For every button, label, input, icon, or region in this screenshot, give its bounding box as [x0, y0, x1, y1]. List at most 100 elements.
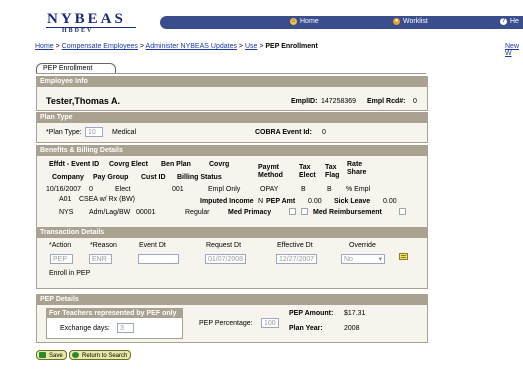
pep-amount-label: PEP Amount: [289, 310, 334, 317]
breadcrumb-current: PEP Enrollment [265, 43, 318, 50]
return-to-search-label: Return to Search [82, 353, 128, 359]
company-desc: CSEA w/ Rx (BW) [79, 196, 136, 203]
billing-status-value: Regular [185, 209, 210, 216]
return-to-search-button[interactable]: Return to Search [69, 350, 132, 360]
breadcrumb-home[interactable]: Home [35, 43, 54, 50]
col-covrg: Covrg [209, 161, 230, 168]
tax-elect-value: B [301, 186, 306, 193]
request-dt-field[interactable]: 01/07/2008 [205, 254, 246, 264]
plan-type-header: Plan Type [37, 113, 427, 123]
pay-group-value: Adm/Lag/BW [89, 209, 131, 216]
nav-worklist-link[interactable]: ● Worklist [393, 18, 428, 25]
pep-details-section: PEP Details For Teachers represented by … [36, 294, 428, 343]
save-icon [39, 352, 46, 358]
col-cust-id: Cust ID [141, 174, 166, 181]
effective-dt-field[interactable]: 12/27/2007 [276, 254, 317, 264]
plan-type-field[interactable]: 10 [85, 127, 103, 137]
breadcrumb-sep: > [137, 43, 146, 50]
rate-share-value: % Empl [346, 186, 371, 193]
pep-details-header: PEP Details [37, 295, 427, 305]
plan-type-label: *Plan Type: [46, 129, 82, 136]
col-paymt: Paymt [258, 164, 280, 171]
emplrcd-label: Empl Rcd#: [367, 98, 406, 105]
employee-name: Tester,Thomas A. [46, 96, 121, 106]
col-tax-flag-1: Tax [325, 164, 337, 171]
sick-leave-value: 0.00 [383, 198, 397, 205]
help-icon: ? [500, 18, 507, 25]
transaction-status: Enroll in PEP [49, 270, 91, 277]
employee-info-section: Employee Info Tester,Thomas A. EmplID: 1… [36, 76, 428, 111]
col-effective-dt: Effective Dt [277, 242, 313, 249]
col-effdt-event: Effdt - Event ID [49, 161, 100, 168]
company-code: A01 [59, 196, 72, 203]
breadcrumb-use[interactable]: Use [245, 43, 257, 50]
col-request-dt: Request Dt [206, 242, 242, 249]
imputed-income-value: N [258, 198, 264, 205]
benefits-billing-header: Benefits & Billing Details [37, 146, 427, 156]
save-button-label: Save [49, 353, 63, 359]
effdt-value: 10/16/2007 [46, 186, 82, 193]
plan-year-value: 2008 [344, 325, 360, 332]
med-reimbursement-checkbox[interactable] [301, 208, 308, 215]
breadcrumb-sep: > [53, 43, 62, 50]
save-button[interactable]: Save [36, 350, 67, 360]
med-primacy-checkbox[interactable] [289, 208, 296, 215]
chevron-down-icon: ▾ [378, 256, 382, 263]
event-id-value: 0 [89, 186, 93, 193]
breadcrumb: Home > Compensate Employees > Administer… [35, 43, 318, 50]
col-override: Override [349, 242, 376, 249]
col-covrg-elect: Covrg Elect [109, 161, 148, 168]
reason-field[interactable]: ENR [89, 254, 112, 264]
med-primacy-label: Med Primacy [228, 209, 272, 216]
ben-plan-value: 001 [172, 186, 184, 193]
cobra-event-label: COBRA Event Id: [255, 129, 312, 136]
teachers-box-header: For Teachers represented by PEF only [47, 309, 182, 318]
col-billing-status: Billing Status [177, 174, 222, 181]
top-navbar: ⌂ Home ● Worklist ? He [160, 16, 523, 29]
override-value: No [344, 256, 353, 263]
pep-percentage-field[interactable]: 100 [261, 318, 279, 328]
home-icon: ⌂ [290, 18, 297, 25]
col-reason: *Reason [90, 242, 117, 249]
med-reimbursement-label: Med Reimbursement [313, 209, 382, 216]
col-company: Company [52, 174, 84, 181]
plan-type-desc: Medical [112, 129, 137, 136]
col-share: Share [347, 169, 367, 176]
paymt-value: OPAY [260, 186, 279, 193]
tab-divider [36, 73, 426, 74]
exchange-days-field[interactable]: 3 [117, 323, 134, 333]
emplid-label: EmplID: [291, 98, 318, 105]
override-select[interactable]: No ▾ [341, 254, 385, 264]
plan-year-label: Plan Year: [289, 325, 323, 332]
col-pay-group: Pay Group [93, 174, 129, 181]
plan-type-section: Plan Type *Plan Type: 10 Medical COBRA E… [36, 112, 428, 143]
pep-percentage-label: PEP Percentage: [199, 320, 253, 327]
imputed-income-label: Imputed Income [200, 198, 254, 205]
nav-home-link[interactable]: ⌂ Home [290, 18, 319, 25]
transaction-details-header: Transaction Details [37, 228, 427, 238]
med-reimbursement-flag[interactable] [399, 208, 406, 215]
nav-worklist-label: Worklist [403, 18, 428, 25]
exchange-days-label: Exchange days: [60, 325, 110, 332]
logo-subtitle: HBDEV [62, 28, 94, 34]
event-dt-field[interactable] [138, 254, 179, 264]
sick-leave-label: Sick Leave [334, 198, 371, 205]
emplid-value: 147258369 [321, 98, 357, 105]
pep-amt-value: 0.00 [308, 198, 322, 205]
employee-info-header: Employee Info [37, 77, 427, 87]
breadcrumb-administer[interactable]: Administer NYBEAS Updates [146, 43, 237, 50]
pep-amt-label: PEP Amt [266, 198, 296, 205]
cobra-event-value: 0 [322, 129, 326, 136]
nav-help-link[interactable]: ? He [500, 18, 519, 25]
pep-amount-value: $17.31 [344, 310, 366, 317]
col-event-dt: Event Dt [139, 242, 166, 249]
action-field[interactable]: PEP [50, 254, 73, 264]
cust-id-value: 00001 [136, 209, 156, 216]
search-icon [72, 352, 79, 358]
covrg-elect-value: Elect [115, 186, 131, 193]
breadcrumb-compensate[interactable]: Compensate Employees [62, 43, 138, 50]
new-window-link[interactable]: New W [505, 43, 523, 57]
col-action: *Action [49, 242, 72, 249]
comment-icon[interactable] [399, 253, 408, 260]
transaction-details-section: Transaction Details *Action *Reason Even… [36, 227, 428, 289]
